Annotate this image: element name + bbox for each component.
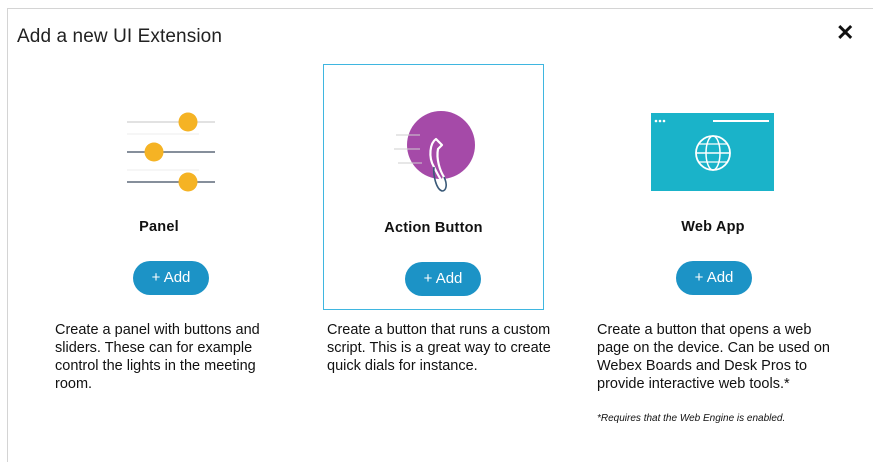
card-title: Panel [139,219,179,235]
close-icon[interactable]: ✕ [836,22,854,44]
card-title: Web App [681,219,745,235]
dialog-title: Add a new UI Extension [17,26,222,47]
web-app-icon [603,104,823,204]
sliders-icon [49,104,269,204]
web-engine-footnote: *Requires that the Web Engine is enabled… [597,413,786,424]
card-panel[interactable]: Panel + Add [49,64,269,310]
add-web-app-button[interactable]: + Add [676,261,752,295]
web-app-description: Create a button that opens a web page on… [597,322,830,392]
card-title: Action Button [384,220,483,236]
panel-description: Create a panel with buttons and sliders.… [55,322,260,392]
phone-action-icon [324,105,543,205]
card-action-button[interactable]: Action Button + Add [323,64,544,310]
add-action-button-button[interactable]: + Add [405,262,481,296]
card-web-app[interactable]: Web App + Add [603,64,823,310]
add-panel-button[interactable]: + Add [133,261,209,295]
action-button-description: Create a button that runs a custom scrip… [327,322,551,374]
